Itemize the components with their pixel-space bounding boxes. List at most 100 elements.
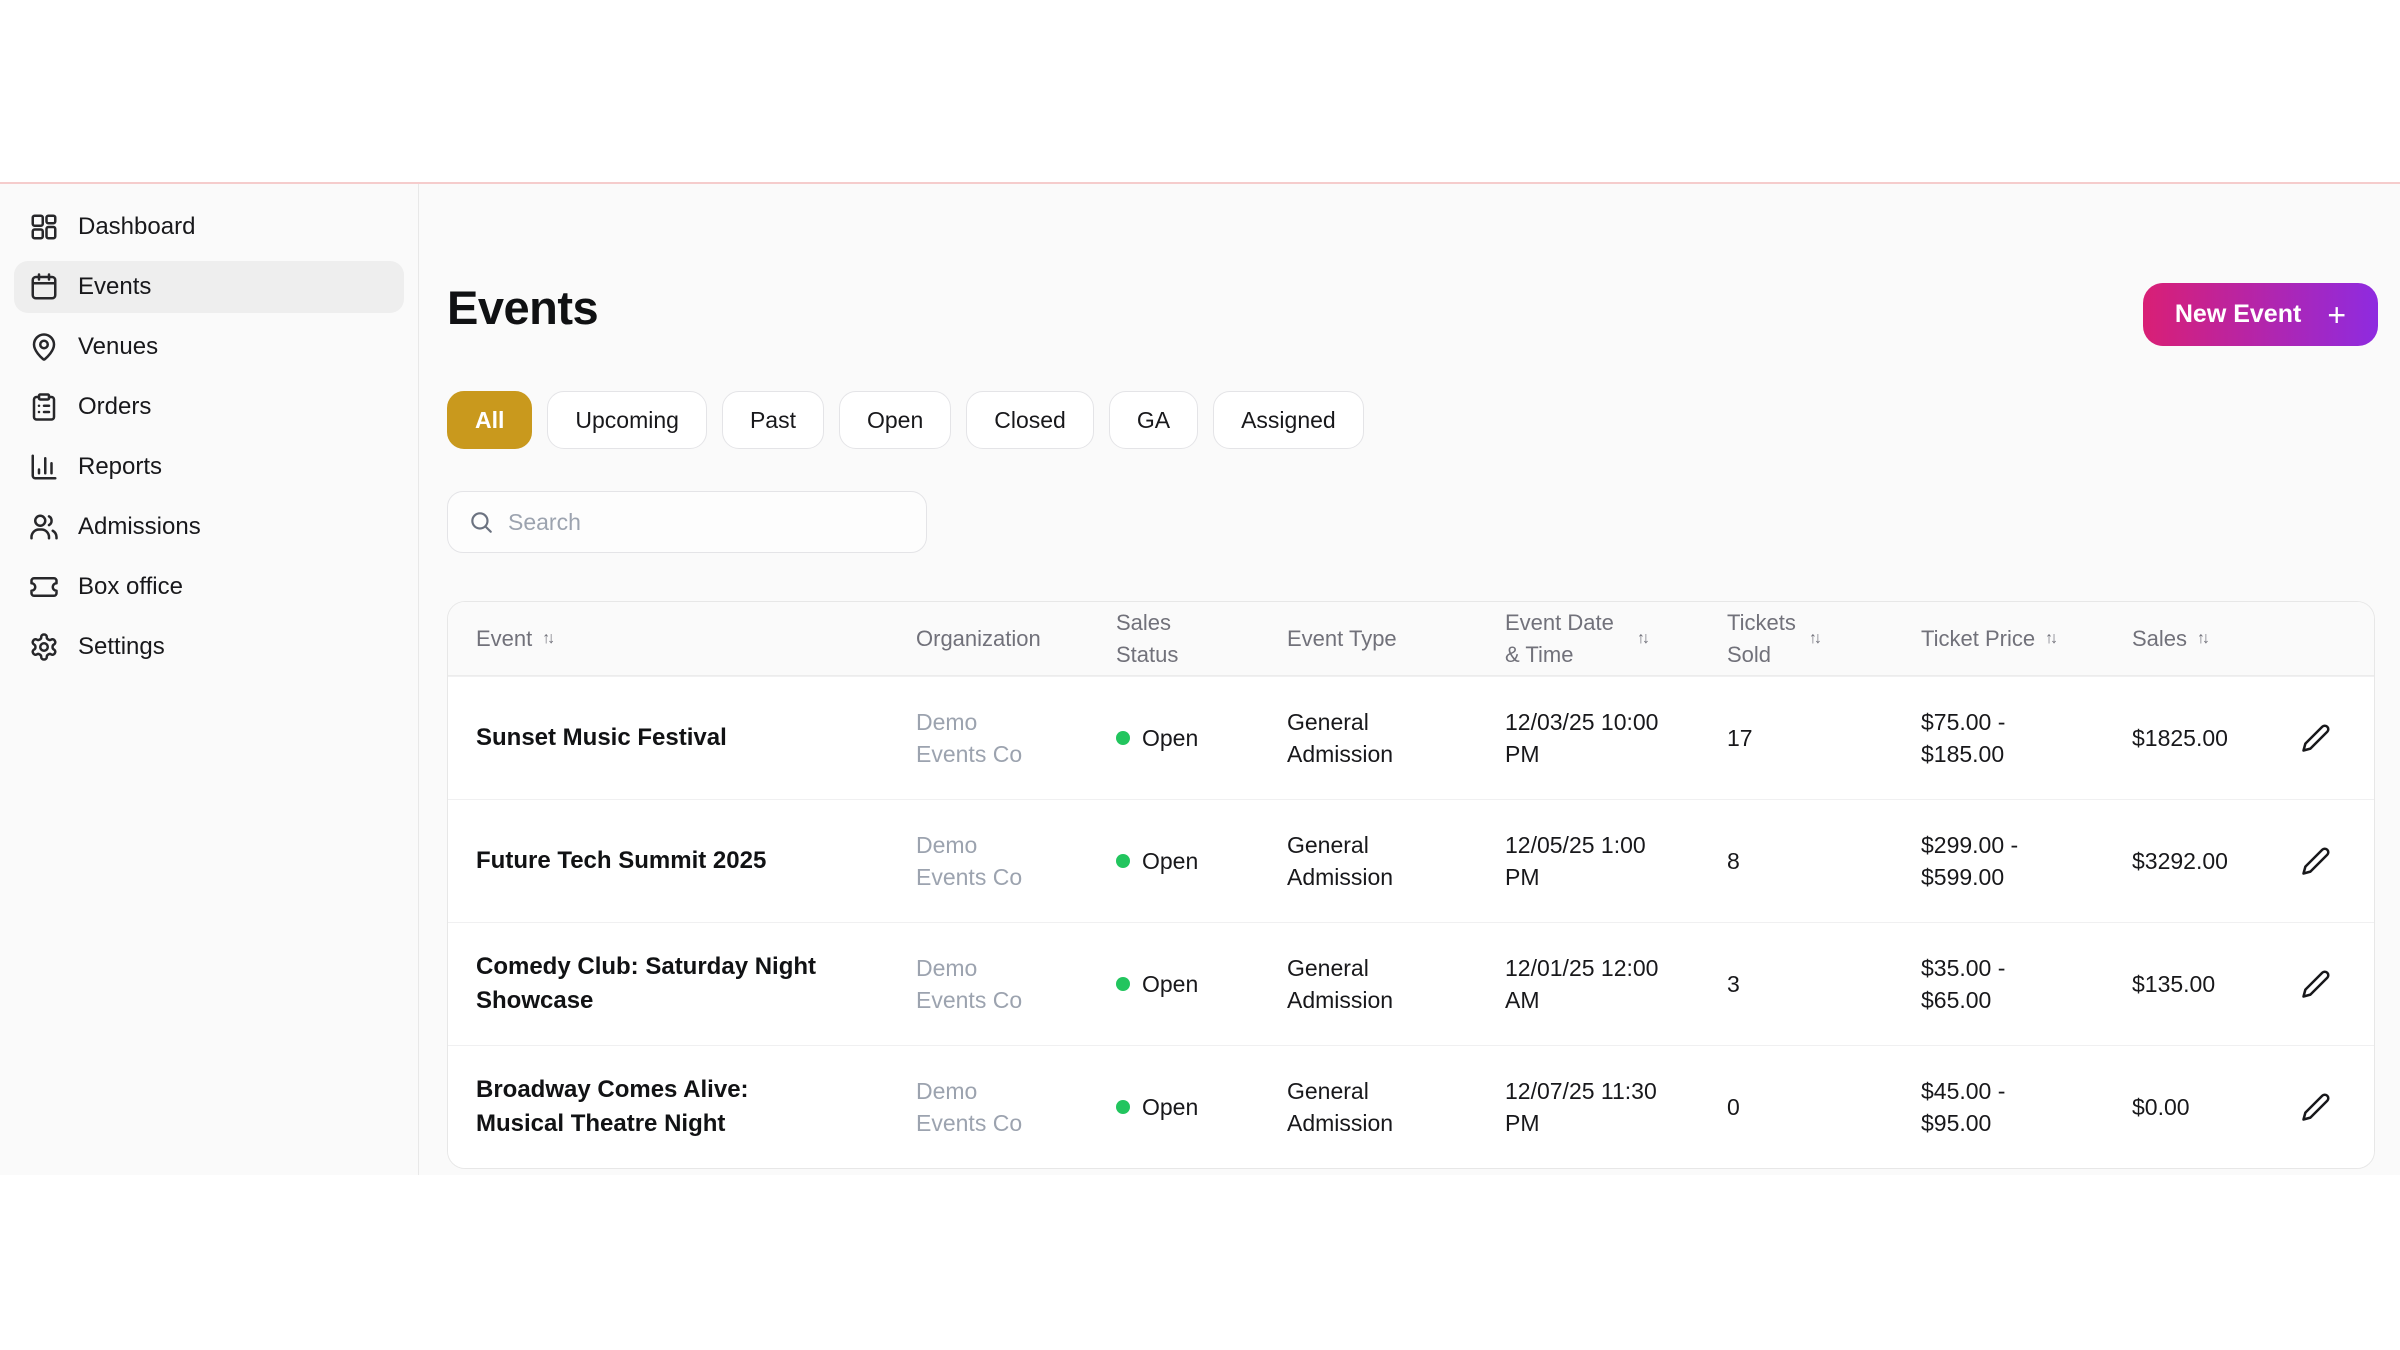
- filter-all[interactable]: All: [447, 391, 533, 449]
- gear-icon: [31, 633, 57, 661]
- tickets-sold: 8: [1727, 847, 1740, 874]
- sidebar-item-venues[interactable]: Venues: [14, 321, 404, 373]
- event-type: General Admission: [1287, 708, 1394, 767]
- event-name: Future Tech Summit 2025: [476, 847, 767, 875]
- sales-total: $135.00: [2132, 970, 2216, 997]
- bar-chart-icon: [31, 454, 57, 480]
- organization: Demo Events Co: [916, 708, 1023, 767]
- dashboard-icon: [31, 214, 57, 240]
- event-type: General Admission: [1287, 954, 1394, 1013]
- event-name: Broadway Comes Alive: Musical Theatre Ni…: [476, 1076, 749, 1137]
- sidebar-item-label: Venues: [78, 333, 159, 360]
- ticket-price: $35.00 - $65.00: [1921, 954, 2006, 1013]
- organization: Demo Events Co: [916, 954, 1023, 1013]
- plus-icon: +: [2327, 296, 2346, 333]
- column-header-sales[interactable]: Sales ↑↓: [2108, 602, 2258, 675]
- events-table: Event ↑↓ Organization Sales Status Event…: [447, 601, 2375, 1169]
- tickets-sold: 3: [1727, 970, 1740, 997]
- event-datetime: 12/03/25 10:00 PM: [1505, 708, 1659, 767]
- status-open-dot: [1116, 854, 1130, 868]
- main-content: Events New Event + All Upcoming Past Ope…: [419, 184, 2400, 1175]
- status-badge: Open: [1142, 970, 1199, 997]
- pencil-icon: [2302, 1093, 2330, 1121]
- edit-event-button[interactable]: [2295, 840, 2337, 882]
- clipboard-icon: [32, 393, 56, 421]
- column-header-event[interactable]: Event ↑↓: [448, 602, 892, 675]
- pencil-icon: [2302, 970, 2330, 998]
- column-header-actions: [2258, 602, 2374, 675]
- sidebar-item-label: Events: [78, 273, 152, 300]
- table-row[interactable]: Broadway Comes Alive: Musical Theatre Ni…: [448, 1045, 2374, 1168]
- table-header-row: Event ↑↓ Organization Sales Status Event…: [448, 602, 2374, 676]
- pencil-icon: [2302, 847, 2330, 875]
- app-shell: Dashboard Events Venues Orders Reports A…: [0, 184, 2400, 1175]
- tickets-sold: 0: [1727, 1093, 1740, 1120]
- filter-open[interactable]: Open: [838, 391, 952, 449]
- sidebar-item-events[interactable]: Events: [14, 261, 404, 313]
- event-datetime: 12/07/25 11:30 PM: [1505, 1077, 1657, 1136]
- search-box: [447, 491, 927, 553]
- event-type: General Admission: [1287, 831, 1394, 890]
- event-name: Sunset Music Festival: [476, 724, 727, 752]
- search-icon: [471, 512, 492, 533]
- filter-past[interactable]: Past: [721, 391, 824, 449]
- calendar-icon: [31, 273, 57, 300]
- filter-ga[interactable]: GA: [1108, 391, 1199, 449]
- search-input[interactable]: [508, 508, 906, 536]
- status-open-dot: [1116, 1100, 1130, 1114]
- status-badge: Open: [1142, 847, 1199, 874]
- sales-total: $1825.00: [2132, 724, 2228, 751]
- ticket-price: $45.00 - $95.00: [1921, 1077, 2006, 1136]
- sidebar-item-label: Settings: [78, 633, 165, 660]
- users-icon: [30, 514, 58, 540]
- new-event-label: New Event: [2174, 300, 2302, 328]
- sidebar-item-label: Admissions: [78, 513, 201, 540]
- sidebar-item-dashboard[interactable]: Dashboard: [14, 201, 404, 253]
- sidebar-item-settings[interactable]: Settings: [14, 621, 404, 673]
- event-type: General Admission: [1287, 1077, 1394, 1136]
- new-event-button[interactable]: New Event +: [2142, 283, 2378, 346]
- table-row[interactable]: Comedy Club: Saturday Night Showcase Dem…: [448, 922, 2374, 1045]
- status-badge: Open: [1142, 724, 1199, 751]
- sidebar: Dashboard Events Venues Orders Reports A…: [0, 184, 419, 1175]
- sort-icon: ↑↓: [2045, 629, 2058, 647]
- ticket-price: $75.00 - $185.00: [1921, 708, 2006, 767]
- organization: Demo Events Co: [916, 1077, 1023, 1136]
- edit-event-button[interactable]: [2295, 1086, 2337, 1128]
- status-open-dot: [1116, 731, 1130, 745]
- filter-assigned[interactable]: Assigned: [1213, 391, 1364, 449]
- edit-event-button[interactable]: [2295, 717, 2337, 759]
- ticket-price: $299.00 - $599.00: [1921, 831, 2019, 890]
- sidebar-item-reports[interactable]: Reports: [14, 441, 404, 493]
- table-row[interactable]: Sunset Music Festival Demo Events Co Ope…: [448, 676, 2374, 799]
- column-header-event-type: Event Type: [1287, 625, 1397, 651]
- sidebar-item-box-office[interactable]: Box office: [14, 561, 404, 613]
- ticket-icon: [30, 577, 58, 597]
- tickets-sold: 17: [1727, 724, 1753, 751]
- filter-pills: All Upcoming Past Open Closed GA Assigne…: [447, 391, 1364, 449]
- column-header-tickets-sold[interactable]: Tickets Sold ↑↓: [1703, 602, 1897, 675]
- sidebar-item-label: Dashboard: [78, 213, 196, 240]
- sidebar-item-label: Box office: [78, 573, 183, 600]
- event-name: Comedy Club: Saturday Night Showcase: [476, 953, 817, 1014]
- filter-upcoming[interactable]: Upcoming: [547, 391, 707, 449]
- column-header-event-date[interactable]: Event Date & Time ↑↓: [1481, 602, 1703, 675]
- status-open-dot: [1116, 977, 1130, 991]
- column-header-ticket-price[interactable]: Ticket Price ↑↓: [1897, 602, 2108, 675]
- sidebar-item-label: Reports: [78, 453, 163, 480]
- organization: Demo Events Co: [916, 831, 1023, 890]
- page-title: Events: [447, 281, 599, 334]
- sidebar-item-label: Orders: [78, 393, 152, 420]
- table-row[interactable]: Future Tech Summit 2025 Demo Events Co O…: [448, 799, 2374, 922]
- map-pin-icon: [32, 333, 56, 361]
- filter-closed[interactable]: Closed: [966, 391, 1094, 449]
- status-badge: Open: [1142, 1093, 1199, 1120]
- sort-icon: ↑↓: [1637, 629, 1650, 647]
- sidebar-item-orders[interactable]: Orders: [14, 381, 404, 433]
- sidebar-item-admissions[interactable]: Admissions: [14, 501, 404, 553]
- sort-icon: ↑↓: [1809, 629, 1822, 647]
- sort-icon: ↑↓: [2197, 629, 2210, 647]
- pencil-icon: [2302, 724, 2330, 752]
- edit-event-button[interactable]: [2295, 963, 2337, 1005]
- event-datetime: 12/01/25 12:00 AM: [1505, 954, 1659, 1013]
